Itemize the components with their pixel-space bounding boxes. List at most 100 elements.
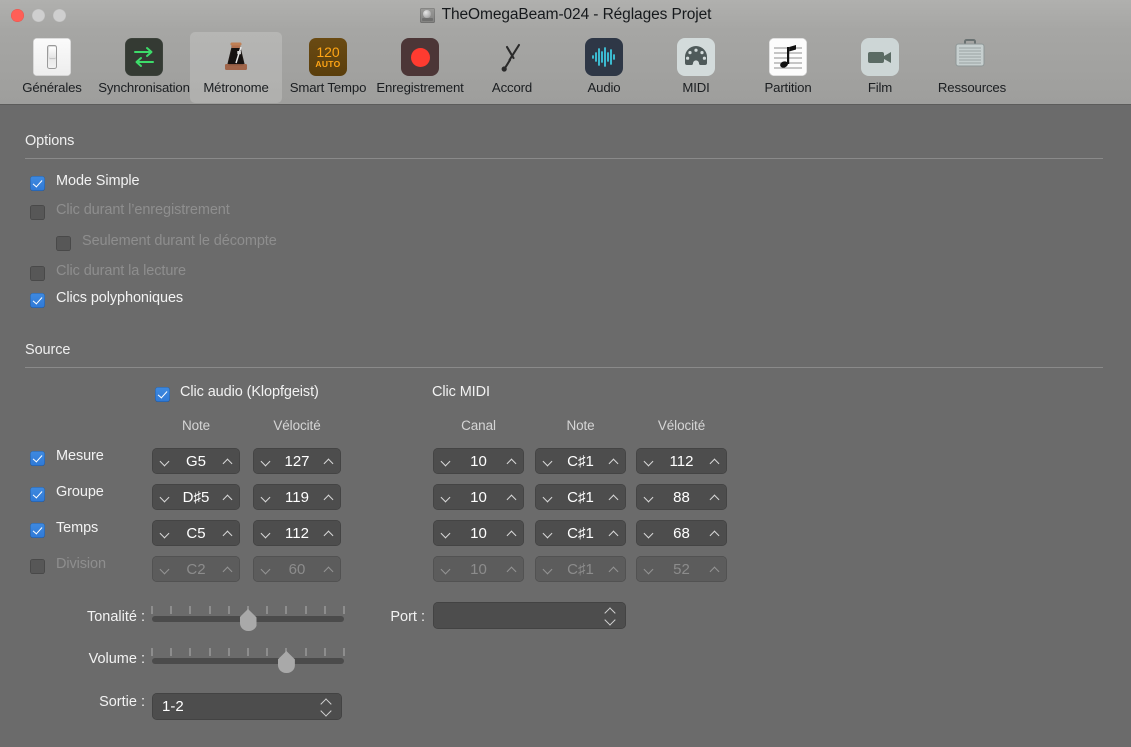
minimize-button[interactable] xyxy=(32,9,45,22)
toolbar-item-generales[interactable]: Générales xyxy=(6,32,98,103)
stepper-mesure-midi-note[interactable]: C♯1 xyxy=(535,448,626,474)
chevron-up-icon[interactable] xyxy=(506,492,517,503)
chevron-up-icon[interactable] xyxy=(323,456,334,467)
chevron-down-icon[interactable] xyxy=(440,492,451,503)
chevron-up-icon[interactable] xyxy=(709,492,720,503)
toolbar-item-accord[interactable]: Accord xyxy=(466,32,558,103)
checkbox-clic-audio-klopfgeist[interactable] xyxy=(155,387,170,402)
slider-tick xyxy=(170,606,173,614)
chevron-up-icon[interactable] xyxy=(709,456,720,467)
chevron-down-icon[interactable] xyxy=(159,528,170,539)
checkbox-clic-durant-lecture[interactable] xyxy=(30,266,45,281)
value-groupe-midi-note: C♯1 xyxy=(567,488,594,506)
toolbar-label-film: Film xyxy=(867,80,893,95)
stepper-groupe-audio-note[interactable]: D♯5 xyxy=(152,484,240,510)
label-row-division: Division xyxy=(56,556,106,572)
stepper-groupe-audio-velocity[interactable]: 119 xyxy=(253,484,341,510)
toolbar-item-metronome[interactable]: Métronome xyxy=(190,32,282,103)
chevron-down-icon[interactable] xyxy=(542,528,553,539)
stepper-groupe-midi-note[interactable]: C♯1 xyxy=(535,484,626,510)
popup-sortie[interactable]: 1-2 xyxy=(152,693,342,720)
chevron-up-icon xyxy=(608,564,619,575)
label-clic-durant-lecture: Clic durant la lecture xyxy=(56,263,186,279)
toolbar-item-smart-tempo[interactable]: 120 AUTO Smart Tempo xyxy=(282,32,374,103)
slider-tick xyxy=(227,648,230,656)
slider-tick xyxy=(208,606,211,614)
chevron-down-icon[interactable] xyxy=(260,456,271,467)
checkbox-row-division[interactable] xyxy=(30,559,45,574)
checkbox-row-groupe[interactable] xyxy=(30,487,45,502)
slider-tick xyxy=(227,606,230,614)
options-section-divider xyxy=(25,158,1103,159)
toolbar-label-smart-tempo: Smart Tempo xyxy=(289,80,367,95)
toolbar-item-synchronisation[interactable]: Synchronisation xyxy=(98,32,190,103)
chevron-up-icon[interactable] xyxy=(608,492,619,503)
slider-volume-ticks xyxy=(151,648,345,656)
chevron-down-icon[interactable] xyxy=(159,456,170,467)
stepper-groupe-midi-channel[interactable]: 10 xyxy=(433,484,524,510)
checkbox-seulement-durant-decompte[interactable] xyxy=(56,236,71,251)
toolbar-item-partition[interactable]: Partition xyxy=(742,32,834,103)
checkbox-mode-simple[interactable] xyxy=(30,176,45,191)
chevron-down-icon[interactable] xyxy=(643,456,654,467)
chevron-up-icon[interactable] xyxy=(222,456,233,467)
toggle-switch-icon xyxy=(33,38,71,76)
popup-port[interactable] xyxy=(433,602,626,629)
column-header-audio-velocity: Vélocité xyxy=(273,418,321,433)
waveform-icon xyxy=(585,38,623,76)
chevron-up-icon[interactable] xyxy=(506,456,517,467)
stepper-temps-midi-note[interactable]: C♯1 xyxy=(535,520,626,546)
stepper-mesure-midi-velocity[interactable]: 112 xyxy=(636,448,727,474)
chevron-up-icon xyxy=(222,564,233,575)
chevron-up-icon[interactable] xyxy=(323,528,334,539)
chevron-up-icon[interactable] xyxy=(323,492,334,503)
stepper-mesure-midi-channel[interactable]: 10 xyxy=(433,448,524,474)
chevron-down-icon[interactable] xyxy=(643,492,654,503)
chevron-up-icon[interactable] xyxy=(222,528,233,539)
stepper-mesure-audio-velocity[interactable]: 127 xyxy=(253,448,341,474)
chevron-down-icon[interactable] xyxy=(159,492,170,503)
toolbar-label-metronome: Métronome xyxy=(203,80,269,95)
chevron-up-icon[interactable] xyxy=(608,528,619,539)
stepper-mesure-audio-note[interactable]: G5 xyxy=(152,448,240,474)
chevron-up-down-icon[interactable] xyxy=(601,605,619,627)
slider-tick xyxy=(266,648,269,656)
stepper-temps-midi-channel[interactable]: 10 xyxy=(433,520,524,546)
chevron-up-icon[interactable] xyxy=(506,528,517,539)
toolbar-item-ressources[interactable]: Ressources xyxy=(926,32,1018,103)
chevron-down-icon[interactable] xyxy=(542,456,553,467)
toolbar-label-partition: Partition xyxy=(764,80,812,95)
toolbar-item-enregistrement[interactable]: Enregistrement xyxy=(374,32,466,103)
chevron-up-icon[interactable] xyxy=(222,492,233,503)
stepper-temps-midi-velocity[interactable]: 68 xyxy=(636,520,727,546)
chevron-up-down-icon[interactable] xyxy=(317,696,335,718)
stepper-temps-audio-velocity[interactable]: 112 xyxy=(253,520,341,546)
chevron-down-icon[interactable] xyxy=(260,492,271,503)
chevron-up-icon[interactable] xyxy=(608,456,619,467)
slider-volume[interactable] xyxy=(151,644,345,673)
stepper-division-midi-note: C♯1 xyxy=(535,556,626,582)
zoom-button[interactable] xyxy=(53,9,66,22)
toolbar-item-audio[interactable]: Audio xyxy=(558,32,650,103)
slider-tick xyxy=(151,606,153,614)
slider-volume-track[interactable] xyxy=(152,658,344,664)
chevron-down-icon[interactable] xyxy=(542,492,553,503)
stepper-temps-audio-note[interactable]: C5 xyxy=(152,520,240,546)
checkbox-row-temps[interactable] xyxy=(30,523,45,538)
close-button[interactable] xyxy=(11,9,24,22)
chevron-down-icon[interactable] xyxy=(440,528,451,539)
checkbox-clics-polyphoniques[interactable] xyxy=(30,293,45,308)
slider-tick xyxy=(189,606,192,614)
checkbox-row-mesure[interactable] xyxy=(30,451,45,466)
metronome-icon xyxy=(217,38,255,76)
chevron-down-icon[interactable] xyxy=(260,528,271,539)
chevron-up-icon[interactable] xyxy=(709,528,720,539)
window-title-group: TheOmegaBeam-024 - Réglages Projet xyxy=(0,6,1131,24)
chevron-down-icon[interactable] xyxy=(440,456,451,467)
stepper-groupe-midi-velocity[interactable]: 88 xyxy=(636,484,727,510)
slider-tick xyxy=(170,648,173,656)
checkbox-clic-durant-enregistrement[interactable] xyxy=(30,205,45,220)
toolbar-item-film[interactable]: Film xyxy=(834,32,926,103)
toolbar-item-midi[interactable]: MIDI xyxy=(650,32,742,103)
chevron-down-icon[interactable] xyxy=(643,528,654,539)
